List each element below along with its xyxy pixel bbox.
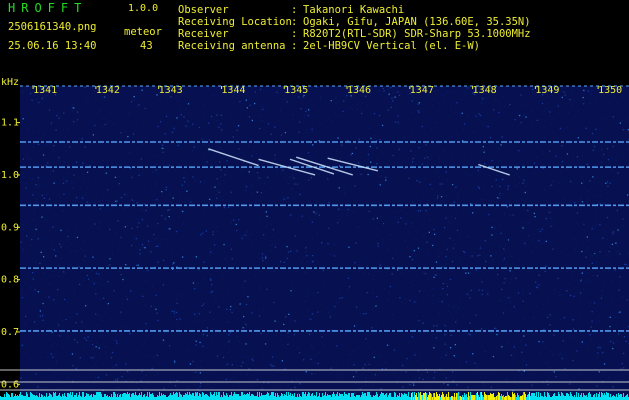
meta-separator: : xyxy=(291,28,298,40)
meta-value: Ogaki, Gifu, JAPAN (136.60E, 35.35N) xyxy=(303,16,531,28)
meta-value: Takanori Kawachi xyxy=(303,4,405,16)
station-info: Observer: Takanori Kawachi Receiving Loca… xyxy=(178,4,531,52)
y-tick-label: 0.9 xyxy=(1,222,19,233)
x-tick-label: 1346 xyxy=(347,85,371,96)
plot-background xyxy=(20,86,629,400)
y-tick-label: 0.8 xyxy=(1,275,19,286)
meta-key: Receiving Location xyxy=(178,16,292,28)
y-tick-label: 0.7 xyxy=(1,327,19,338)
file-name: 2506161340.png xyxy=(8,21,97,33)
meta-key: Receiver xyxy=(178,28,229,40)
x-tick-label: 1348 xyxy=(473,85,497,96)
app-title: HROFFT xyxy=(8,1,88,15)
meta-row-location: Receiving Location: Ogaki, Gifu, JAPAN (1… xyxy=(178,16,531,28)
app-version: 1.0.0 xyxy=(128,3,159,14)
y-tick-label: 1.1 xyxy=(1,118,19,129)
meta-value: R820T2(RTL-SDR) SDR-Sharp 53.1000MHz xyxy=(303,28,531,40)
x-tick-label: 1341 xyxy=(33,85,57,96)
meta-row-observer: Observer: Takanori Kawachi xyxy=(178,4,531,16)
meteor-count: 43 xyxy=(140,40,153,52)
y-tick-label: 0.6 xyxy=(1,379,19,390)
date-time: 25.06.16 13:40 xyxy=(8,40,97,52)
x-tick-label: 1343 xyxy=(159,85,183,96)
meta-separator: : xyxy=(291,16,298,28)
meta-separator: : xyxy=(291,40,298,52)
x-tick-label: 1342 xyxy=(96,85,120,96)
spectrogram: 1341 1342 1343 1344 1345 1346 1347 1348 1349 1350… xyxy=(0,78,629,400)
y-tick-label: 1.0 xyxy=(1,170,19,181)
meta-row-antenna: Receiving antenna:2el-HB9CV Vertical (el… xyxy=(178,40,531,52)
x-tick-label: 1349 xyxy=(535,85,559,96)
meta-row-receiver: Receiver: R820T2(RTL-SDR) SDR-Sharp 53.10… xyxy=(178,28,531,40)
hrofft-window: HROFFT 1.0.0 2506161340.png 25.06.16 13:… xyxy=(0,0,629,400)
meta-value: 2el-HB9CV Vertical (el. E-W) xyxy=(303,40,481,52)
x-tick-label: 1345 xyxy=(284,85,308,96)
y-unit-label: kHz xyxy=(1,78,19,88)
meta-key: Receiving antenna xyxy=(178,40,286,52)
meta-key: Observer xyxy=(178,4,229,16)
meteor-label: meteor xyxy=(124,26,162,38)
meta-separator: : xyxy=(291,4,298,16)
x-tick-label: 1347 xyxy=(410,85,434,96)
x-tick-label: 1350 xyxy=(598,85,622,96)
x-tick-label: 1344 xyxy=(221,85,245,96)
